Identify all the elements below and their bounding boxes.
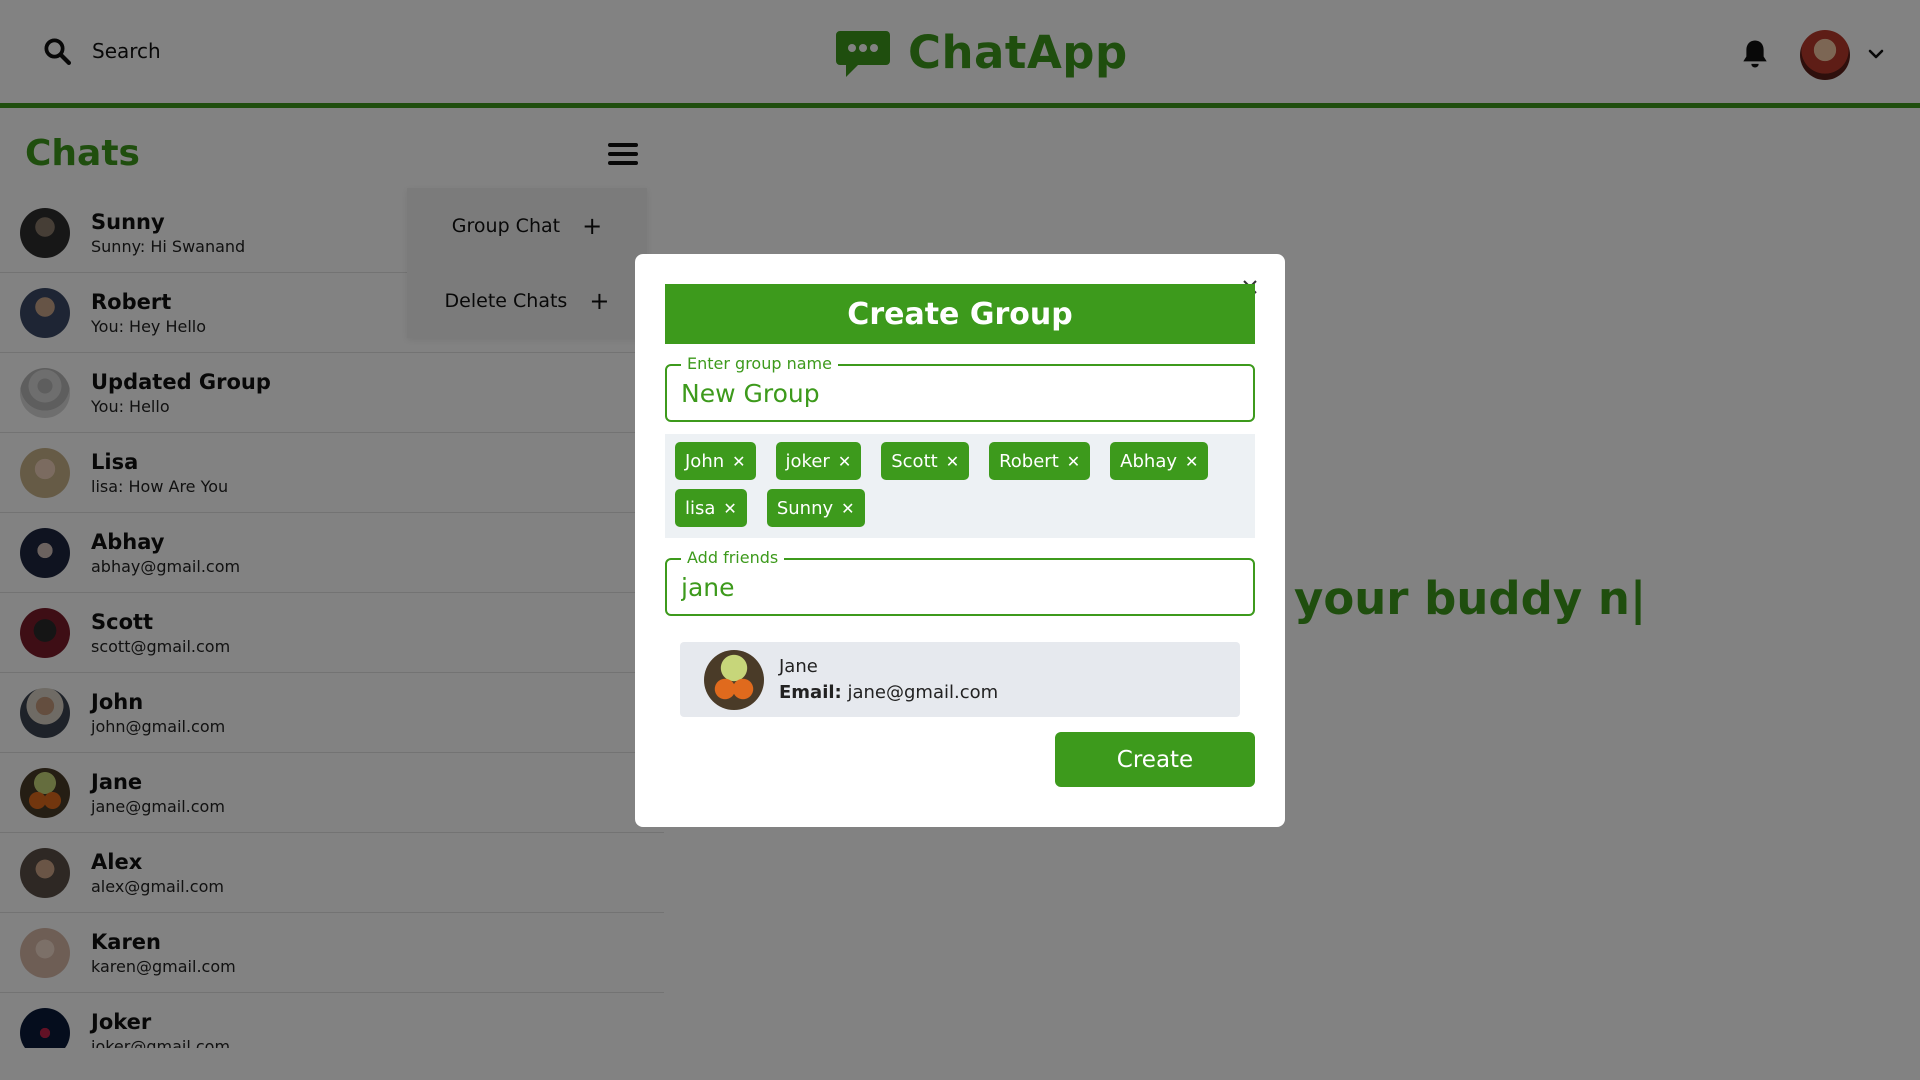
user-chip-abhay: Abhay ✕ bbox=[1110, 442, 1209, 480]
avatar bbox=[704, 649, 764, 710]
create-button[interactable]: Create bbox=[1055, 732, 1255, 787]
group-name-input[interactable] bbox=[681, 376, 1241, 410]
chip-label: John bbox=[685, 450, 725, 472]
modal-title: Create Group bbox=[665, 284, 1255, 344]
chip-label: lisa bbox=[685, 497, 716, 519]
user-chip-robert: Robert ✕ bbox=[989, 442, 1091, 480]
chip-label: Robert bbox=[999, 450, 1059, 472]
user-chip-joker: joker ✕ bbox=[775, 442, 862, 480]
result-email: Email: jane@gmail.com bbox=[779, 680, 998, 706]
add-friends-field: Add friends bbox=[665, 548, 1255, 616]
email-label: Email: bbox=[779, 681, 842, 703]
chip-label: Scott bbox=[891, 450, 938, 472]
chip-label: Abhay bbox=[1120, 450, 1178, 472]
user-chip-scott: Scott ✕ bbox=[881, 442, 970, 480]
remove-chip-icon[interactable]: ✕ bbox=[946, 452, 959, 471]
remove-chip-icon[interactable]: ✕ bbox=[723, 499, 736, 518]
search-result-item[interactable]: Jane Email: jane@gmail.com bbox=[680, 642, 1240, 717]
selected-users: John ✕ joker ✕ Scott ✕ Robert ✕ Abhay ✕ lisa ✕… bbox=[665, 434, 1255, 538]
user-chip-john: John ✕ bbox=[675, 442, 756, 480]
remove-chip-icon[interactable]: ✕ bbox=[1185, 452, 1198, 471]
remove-chip-icon[interactable]: ✕ bbox=[838, 452, 851, 471]
group-name-label: Enter group name bbox=[681, 354, 838, 373]
chip-label: joker bbox=[785, 450, 830, 472]
add-friends-label: Add friends bbox=[681, 548, 785, 567]
create-group-modal: Create Group Enter group name John ✕ joke… bbox=[635, 254, 1285, 827]
email-value: jane@gmail.com bbox=[847, 681, 999, 703]
user-chip-sunny: Sunny ✕ bbox=[766, 489, 865, 527]
remove-chip-icon[interactable]: ✕ bbox=[1067, 452, 1080, 471]
result-name: Jane bbox=[779, 655, 818, 677]
add-friends-input[interactable] bbox=[681, 570, 1241, 604]
user-chip-lisa: lisa ✕ bbox=[675, 489, 747, 527]
group-name-field: Enter group name bbox=[665, 354, 1255, 422]
chip-label: Sunny bbox=[776, 497, 834, 519]
remove-chip-icon[interactable]: ✕ bbox=[732, 452, 745, 471]
remove-chip-icon[interactable]: ✕ bbox=[841, 499, 854, 518]
